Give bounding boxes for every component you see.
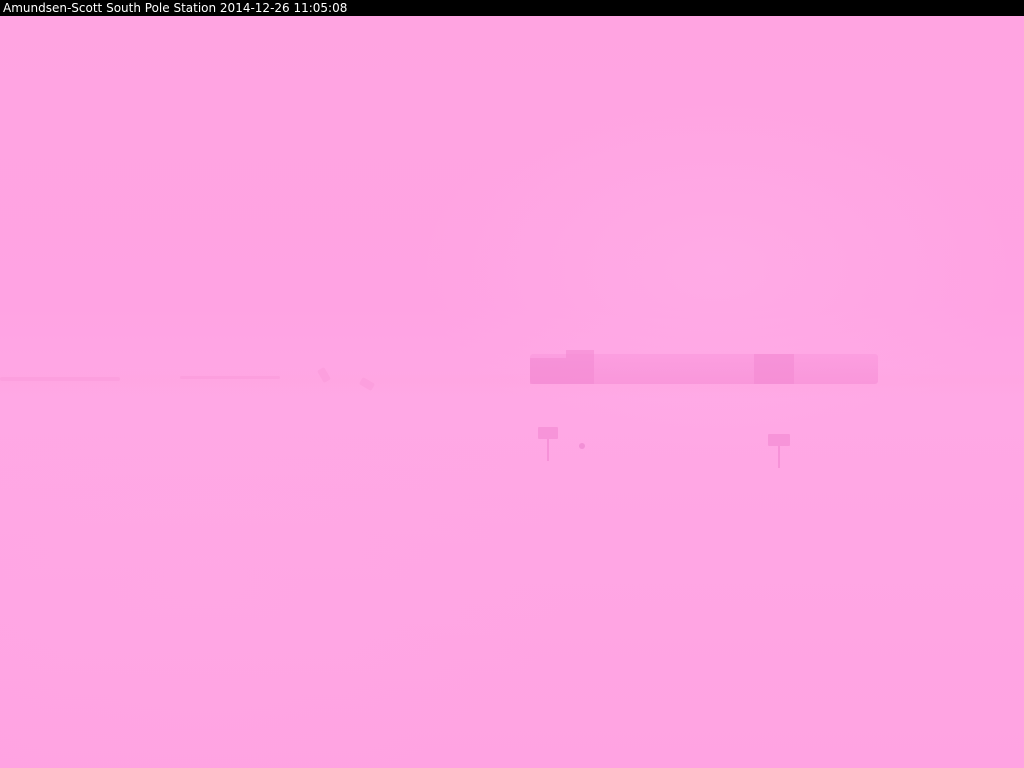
distant-ridge-left [0, 377, 120, 381]
signpost-right-pole [778, 446, 780, 468]
signpost-left-pole [547, 439, 549, 461]
station-building [530, 350, 878, 384]
caption-bar: Amundsen-Scott South Pole Station 2014-1… [0, 0, 1024, 16]
station-tower [566, 350, 594, 384]
station-wing-left [530, 358, 566, 384]
marker-dot [579, 443, 585, 449]
webcam-frame: Amundsen-Scott South Pole Station 2014-1… [0, 0, 1024, 768]
signpost-left-icon [538, 427, 558, 439]
signpost-right-icon [768, 434, 790, 446]
station-wing-right [754, 354, 794, 384]
distant-ridge-mid [180, 376, 280, 379]
caption-text: Amundsen-Scott South Pole Station 2014-1… [3, 1, 348, 15]
